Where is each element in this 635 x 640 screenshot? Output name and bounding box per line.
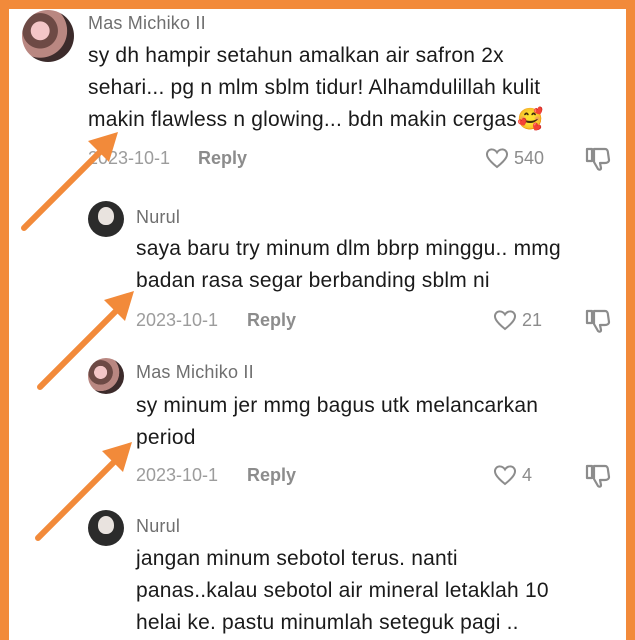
arrow-line <box>37 304 123 390</box>
arrow-line <box>21 145 107 231</box>
arrow-line <box>35 455 121 541</box>
annotation-arrows <box>21 132 134 541</box>
